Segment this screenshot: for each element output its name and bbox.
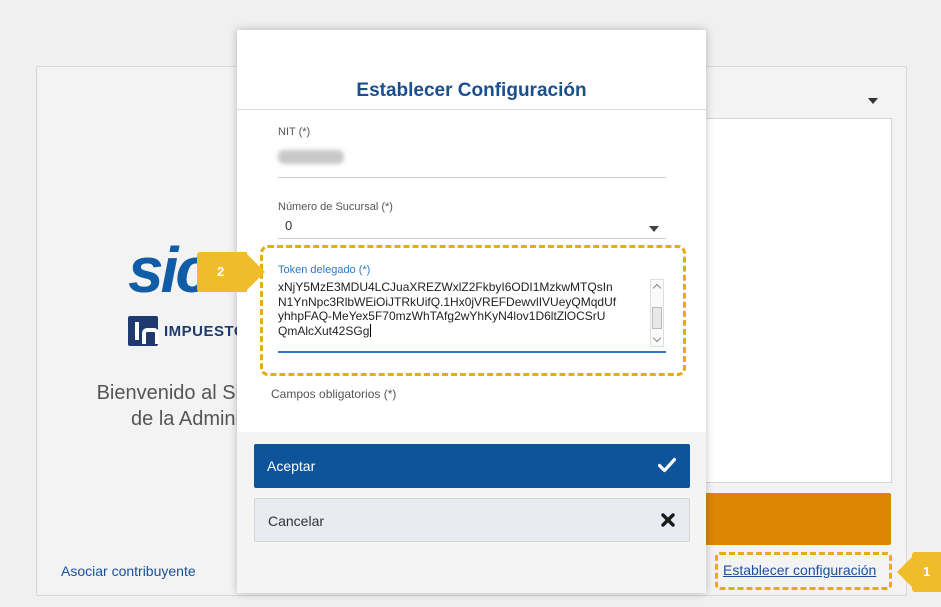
scroll-down-icon[interactable] xyxy=(652,333,662,343)
branch-label: Número de Sucursal (*) xyxy=(278,201,393,213)
cancel-button[interactable]: Cancelar xyxy=(254,498,690,542)
impuestos-logo-icon xyxy=(128,316,159,346)
callout-number: 2 xyxy=(217,264,225,279)
scroll-up-icon[interactable] xyxy=(652,283,662,293)
background-form-box xyxy=(705,118,892,483)
modal-divider xyxy=(237,109,706,110)
token-line: yhhpFAQ-MeYex5F70mzWhTAfg2wYhKyN4lov1D6l… xyxy=(278,309,606,324)
cancel-label: Cancelar xyxy=(268,513,325,529)
highlight-step-1 xyxy=(715,552,892,590)
callout-step-1: 1 xyxy=(897,552,941,592)
chevron-down-icon xyxy=(868,98,878,104)
login-button[interactable] xyxy=(705,493,891,545)
required-fields-note: Campos obligatorios (*) xyxy=(271,387,397,401)
token-line: N1YnNpc3RlbWEiOiJTRkUifQ.1Hx0jVREFDewvlI… xyxy=(278,294,617,309)
token-line: xNjY5MzE3MDU4LCJuaXREZWxlZ2FkbyI6ODI1Mzk… xyxy=(278,280,613,294)
token-line: QmAlcXut42SGg xyxy=(278,324,648,339)
nit-label: NIT (*) xyxy=(278,126,311,138)
callout-number: 1 xyxy=(923,564,931,579)
accept-button[interactable]: Aceptar xyxy=(254,444,690,488)
token-textarea[interactable]: xNjY5MzE3MDU4LCJuaXREZWxlZ2FkbyI6ODI1Mzk… xyxy=(278,280,668,350)
welcome-text: Bienvenido al Si de la Admini xyxy=(60,380,240,432)
modal-title: Establecer Configuración xyxy=(356,80,587,101)
background-select[interactable] xyxy=(705,86,892,120)
chevron-down-icon[interactable] xyxy=(649,226,659,232)
branch-underline xyxy=(278,238,666,239)
token-underline xyxy=(278,351,666,353)
token-label: Token delegado (*) xyxy=(278,264,371,276)
close-icon xyxy=(661,513,675,527)
check-icon xyxy=(658,457,676,473)
accept-label: Aceptar xyxy=(267,458,316,474)
scroll-thumb[interactable] xyxy=(652,307,662,329)
welcome-line-2: de la Admini xyxy=(131,408,240,430)
welcome-line-1: Bienvenido al Si xyxy=(96,382,240,404)
branch-select[interactable]: 0 xyxy=(285,218,292,233)
nit-underline xyxy=(278,177,666,178)
nit-input[interactable] xyxy=(278,150,344,164)
token-scrollbar[interactable] xyxy=(650,279,664,347)
associate-taxpayer-link[interactable]: Asociar contribuyente xyxy=(61,563,196,579)
callout-step-2: 2 xyxy=(197,252,267,292)
